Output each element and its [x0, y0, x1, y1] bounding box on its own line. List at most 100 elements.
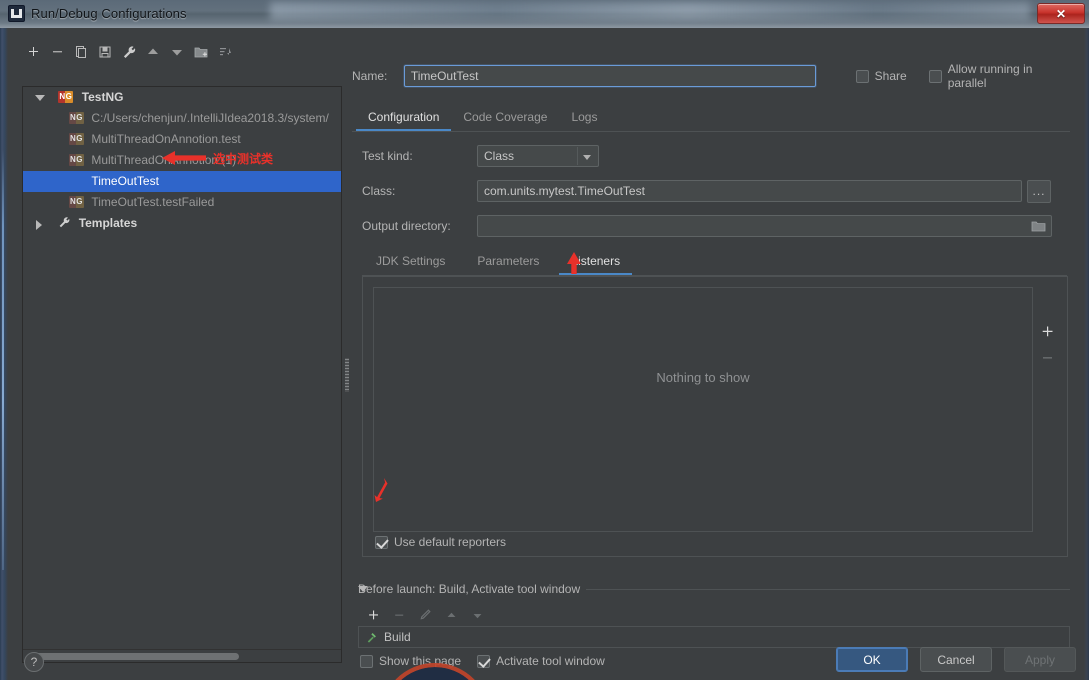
- close-icon[interactable]: ✕: [1037, 3, 1085, 24]
- add-configuration-button[interactable]: [22, 41, 44, 63]
- move-up-button[interactable]: [142, 41, 164, 63]
- window-titlebar[interactable]: Run/Debug Configurations ✕: [0, 0, 1089, 28]
- dialog-buttons: OK Cancel Apply: [836, 647, 1076, 672]
- apply-button: Apply: [1004, 647, 1076, 672]
- cancel-button[interactable]: Cancel: [920, 647, 992, 672]
- tree-node-system-path[interactable]: NG C:/Users/chenjun/.IntelliJIdea2018.3/…: [23, 108, 341, 129]
- window-title: Run/Debug Configurations: [31, 6, 187, 21]
- allow-parallel-checkbox-row[interactable]: Allow running in parallel: [928, 62, 1074, 90]
- tree-scrollbar-thumb[interactable]: [29, 653, 239, 660]
- testng-icon: NG: [69, 133, 84, 145]
- tab-logs-label: Logs: [571, 110, 598, 124]
- add-listener-button[interactable]: [1033, 319, 1061, 345]
- class-input[interactable]: com.units.mytest.TimeOutTest: [477, 180, 1022, 202]
- tree-node-label: MultiThreadOnAnnotion (1): [91, 153, 237, 167]
- configurations-tree-panel[interactable]: NG TestNG NG C:/Users/chenjun/.IntelliJI…: [22, 86, 342, 663]
- name-row: Name: TimeOutTest Share Allow running in…: [352, 62, 1074, 90]
- share-checkbox-row[interactable]: Share: [855, 69, 907, 83]
- folder-icon[interactable]: [1031, 219, 1046, 236]
- tree-node-label: TimeOutTest.testFailed: [91, 195, 215, 209]
- tree-node-timeouttest[interactable]: NG TimeOutTest: [23, 171, 341, 192]
- share-label: Share: [874, 69, 907, 83]
- task-move-up-button: [440, 604, 462, 626]
- output-directory-input[interactable]: [477, 215, 1052, 237]
- tab-jdk-settings[interactable]: JDK Settings: [364, 248, 457, 274]
- tree-node-templates[interactable]: Templates: [23, 213, 341, 234]
- output-directory-label: Output directory:: [362, 219, 451, 233]
- remove-listener-button: [1033, 345, 1061, 371]
- use-default-reporters-row[interactable]: Use default reporters: [375, 535, 506, 549]
- class-browse-button[interactable]: ...: [1027, 179, 1051, 203]
- before-launch-toolbar: [362, 604, 488, 626]
- remove-configuration-button[interactable]: [46, 41, 68, 63]
- tab-parameters[interactable]: Parameters: [465, 248, 551, 274]
- show-this-page-checkbox[interactable]: [360, 654, 373, 668]
- sort-configurations-button[interactable]: [214, 41, 236, 63]
- titlebar-background-blur: [270, 2, 1030, 20]
- sub-tab-bar: JDK Settings Parameters Listeners: [364, 248, 632, 275]
- activate-tool-window-checkbox[interactable]: [477, 654, 491, 668]
- chevron-down-icon[interactable]: [35, 95, 45, 101]
- listeners-panel: Nothing to show Use default reporters: [362, 276, 1068, 557]
- tab-listeners[interactable]: Listeners: [559, 248, 632, 275]
- test-kind-row: Test kind: Class: [362, 144, 1062, 168]
- copy-configuration-button[interactable]: [70, 41, 92, 63]
- listeners-side-toolbar: [1033, 319, 1061, 371]
- class-row: Class: com.units.mytest.TimeOutTest ...: [362, 179, 1072, 203]
- tree-node-multithreadonannotion-1[interactable]: NG MultiThreadOnAnnotion (1): [23, 150, 341, 171]
- save-configuration-button[interactable]: [94, 41, 116, 63]
- name-label: Name:: [352, 69, 388, 83]
- configurations-tree[interactable]: NG TestNG NG C:/Users/chenjun/.IntelliJI…: [23, 87, 341, 648]
- testng-icon: NG: [69, 154, 84, 166]
- remove-task-button: [388, 604, 410, 626]
- listeners-list[interactable]: Nothing to show: [373, 287, 1033, 532]
- test-kind-dropdown[interactable]: Class: [477, 145, 599, 167]
- tab-parameters-label: Parameters: [477, 254, 540, 268]
- chevron-right-icon[interactable]: [36, 220, 42, 230]
- chevron-down-icon[interactable]: [583, 155, 591, 160]
- activate-tool-window-row[interactable]: Activate tool window: [477, 654, 605, 668]
- allow-parallel-label: Allow running in parallel: [947, 62, 1033, 90]
- class-browse-label: ...: [1032, 184, 1046, 198]
- wrench-icon[interactable]: [118, 41, 140, 63]
- intellij-idea-icon: [8, 5, 25, 22]
- use-default-reporters-checkbox[interactable]: [375, 535, 388, 549]
- tree-node-label: TestNG: [81, 90, 124, 104]
- main-tab-underline: [352, 131, 1070, 132]
- tree-node-timeouttest-testfailed[interactable]: NG TimeOutTest.testFailed: [23, 192, 341, 213]
- listeners-empty-message: Nothing to show: [656, 370, 750, 385]
- share-checkbox[interactable]: [855, 69, 869, 83]
- before-launch-header[interactable]: Before launch: Build, Activate tool wind…: [358, 582, 1070, 596]
- testng-icon: NG: [69, 196, 84, 208]
- window-right-edge: [1084, 28, 1089, 680]
- splitter-grip-icon[interactable]: [345, 358, 349, 392]
- before-launch-options-row: Show this page Activate tool window: [360, 654, 605, 668]
- before-launch-task-label: Build: [384, 630, 411, 644]
- folder-add-icon[interactable]: [190, 41, 212, 63]
- tree-node-testng[interactable]: NG TestNG: [23, 87, 341, 108]
- run-debug-configurations-dialog: NG TestNG NG C:/Users/chenjun/.IntelliJI…: [8, 28, 1084, 680]
- tree-horizontal-scrollbar[interactable]: [23, 649, 341, 662]
- dropdown-separator: [577, 147, 578, 165]
- panel-splitter[interactable]: [342, 86, 352, 663]
- tab-logs[interactable]: Logs: [559, 104, 609, 130]
- tab-listeners-label: Listeners: [571, 254, 621, 268]
- class-input-value: com.units.mytest.TimeOutTest: [484, 184, 645, 198]
- add-task-button[interactable]: [362, 604, 384, 626]
- name-input[interactable]: TimeOutTest: [403, 65, 816, 87]
- tab-configuration[interactable]: Configuration: [356, 104, 452, 131]
- help-button[interactable]: ?: [24, 652, 44, 672]
- configurations-toolbar: [22, 40, 236, 64]
- tree-node-multithreadonannotion-test[interactable]: NG MultiThreadOnAnnotion.test: [23, 129, 341, 150]
- chevron-down-icon[interactable]: [358, 586, 368, 592]
- before-launch-task-build[interactable]: Build: [358, 626, 1070, 648]
- use-default-reporters-label: Use default reporters: [394, 535, 507, 549]
- tree-node-label: Templates: [78, 216, 138, 230]
- window-left-edge-highlight: [2, 150, 4, 570]
- section-divider: [586, 588, 1070, 590]
- move-down-button[interactable]: [166, 41, 188, 63]
- ok-button[interactable]: OK: [836, 647, 908, 672]
- test-kind-value: Class: [484, 149, 515, 163]
- tab-code-coverage[interactable]: Code Coverage: [451, 104, 559, 130]
- allow-parallel-checkbox[interactable]: [928, 69, 942, 83]
